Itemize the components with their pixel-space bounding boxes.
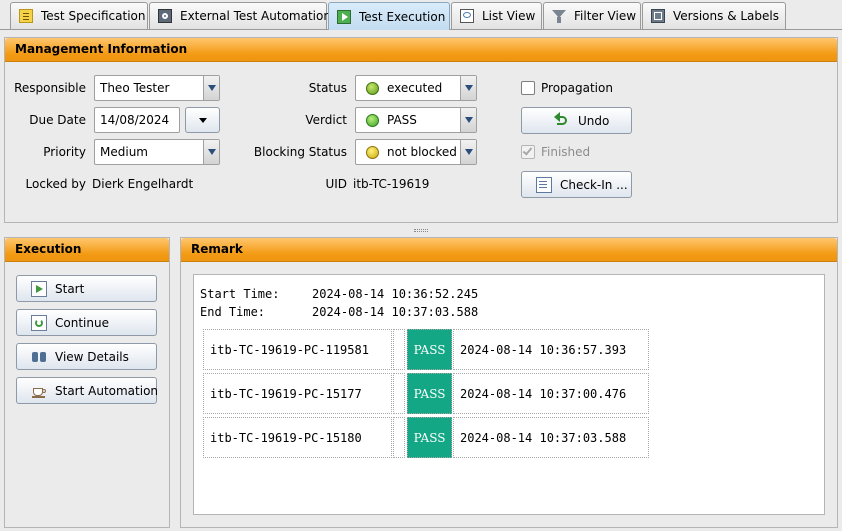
- priority-label: Priority: [43, 145, 86, 159]
- tab-external-test-automation[interactable]: External Test Automation: [149, 2, 331, 29]
- status-label: Status: [308, 81, 347, 95]
- tab-test-specification[interactable]: Test Specification: [10, 2, 148, 29]
- uid-label: UID: [325, 177, 347, 191]
- tab-list-view[interactable]: List View: [451, 2, 542, 29]
- blocking-status-select[interactable]: not blocked: [355, 139, 477, 165]
- spec-icon: [19, 9, 33, 23]
- start-time-label: Start Time:: [200, 287, 280, 301]
- tab-bar: Test Specification External Test Automat…: [0, 0, 842, 30]
- result-row-id: itb-TC-19619-PC-119581: [203, 329, 392, 370]
- blocking-status-label: Blocking Status: [253, 145, 347, 159]
- pass-verdict-badge: PASS: [407, 329, 452, 370]
- binoculars-icon: [31, 349, 47, 365]
- start-button[interactable]: Start: [16, 275, 157, 302]
- responsible-label: Responsible: [14, 81, 86, 95]
- result-row-time: 2024-08-14 10:37:03.588: [453, 417, 649, 458]
- uid-value: itb-TC-19619: [353, 177, 430, 191]
- not-blocked-icon: [366, 145, 379, 159]
- locked-by-label: Locked by: [25, 177, 86, 191]
- verdict-label: Verdict: [305, 113, 347, 127]
- status-select[interactable]: executed: [355, 75, 477, 101]
- finished-label: Finished: [541, 145, 591, 159]
- result-row-id: itb-TC-19619-PC-15180: [203, 417, 392, 458]
- chevron-down-icon[interactable]: [203, 76, 219, 100]
- due-date-label: Due Date: [29, 113, 86, 127]
- continue-button[interactable]: Continue: [16, 309, 157, 336]
- result-row-time: 2024-08-14 10:37:00.476: [453, 373, 649, 414]
- end-time-label: End Time:: [200, 305, 266, 319]
- management-header: Management Information: [5, 38, 837, 62]
- undo-icon: [554, 111, 570, 129]
- locked-by-value: Dierk Engelhardt: [92, 177, 194, 191]
- start-icon: [31, 280, 47, 297]
- status-executed-icon: [366, 81, 379, 95]
- splitter-handle[interactable]: [414, 229, 428, 232]
- check-in-icon: [536, 176, 552, 193]
- start-automation-button[interactable]: Start Automation: [16, 377, 158, 404]
- filter-icon: [552, 9, 566, 23]
- chevron-down-icon[interactable]: [460, 76, 476, 100]
- execution-icon: [337, 9, 351, 24]
- pass-verdict-badge: PASS: [407, 417, 452, 458]
- remark-header: Remark: [181, 238, 837, 262]
- tab-test-execution[interactable]: Test Execution: [328, 2, 450, 30]
- result-row-time: 2024-08-14 10:36:57.393: [453, 329, 649, 370]
- due-date-field[interactable]: 14/08/2024: [94, 107, 180, 133]
- tab-filter-view[interactable]: Filter View: [543, 2, 641, 29]
- automation-icon: [158, 9, 172, 23]
- date-picker-button[interactable]: [185, 107, 220, 133]
- propagation-checkbox[interactable]: [521, 81, 535, 95]
- view-details-button[interactable]: View Details: [16, 343, 157, 370]
- list-view-icon: [460, 9, 474, 23]
- pass-verdict-icon: [366, 113, 379, 127]
- finished-checkbox[interactable]: [521, 145, 535, 159]
- result-row-spacer: [393, 373, 405, 414]
- end-time-value: 2024-08-14 10:37:03.588: [312, 305, 479, 319]
- chevron-down-icon[interactable]: [460, 108, 476, 132]
- coffee-cup-icon: [31, 383, 47, 399]
- chevron-down-icon[interactable]: [203, 140, 219, 164]
- propagation-label: Propagation: [541, 81, 613, 95]
- tab-versions-labels[interactable]: Versions & Labels: [642, 2, 786, 29]
- execution-header: Execution: [5, 238, 169, 262]
- result-row-spacer: [393, 329, 405, 370]
- continue-icon: [31, 314, 47, 331]
- pass-verdict-badge: PASS: [407, 373, 452, 414]
- start-time-value: 2024-08-14 10:36:52.245: [312, 287, 479, 301]
- versions-icon: [651, 9, 665, 23]
- result-row-spacer: [393, 417, 405, 458]
- responsible-select[interactable]: Theo Tester: [94, 75, 220, 101]
- chevron-down-icon[interactable]: [460, 140, 476, 164]
- result-row-id: itb-TC-19619-PC-15177: [203, 373, 392, 414]
- check-icon: [522, 145, 533, 156]
- undo-button[interactable]: Undo: [521, 107, 632, 134]
- priority-select[interactable]: Medium: [94, 139, 220, 165]
- chevron-down-icon: [198, 117, 207, 123]
- check-in-button[interactable]: Check-In ...: [521, 171, 632, 198]
- verdict-select[interactable]: PASS: [355, 107, 477, 133]
